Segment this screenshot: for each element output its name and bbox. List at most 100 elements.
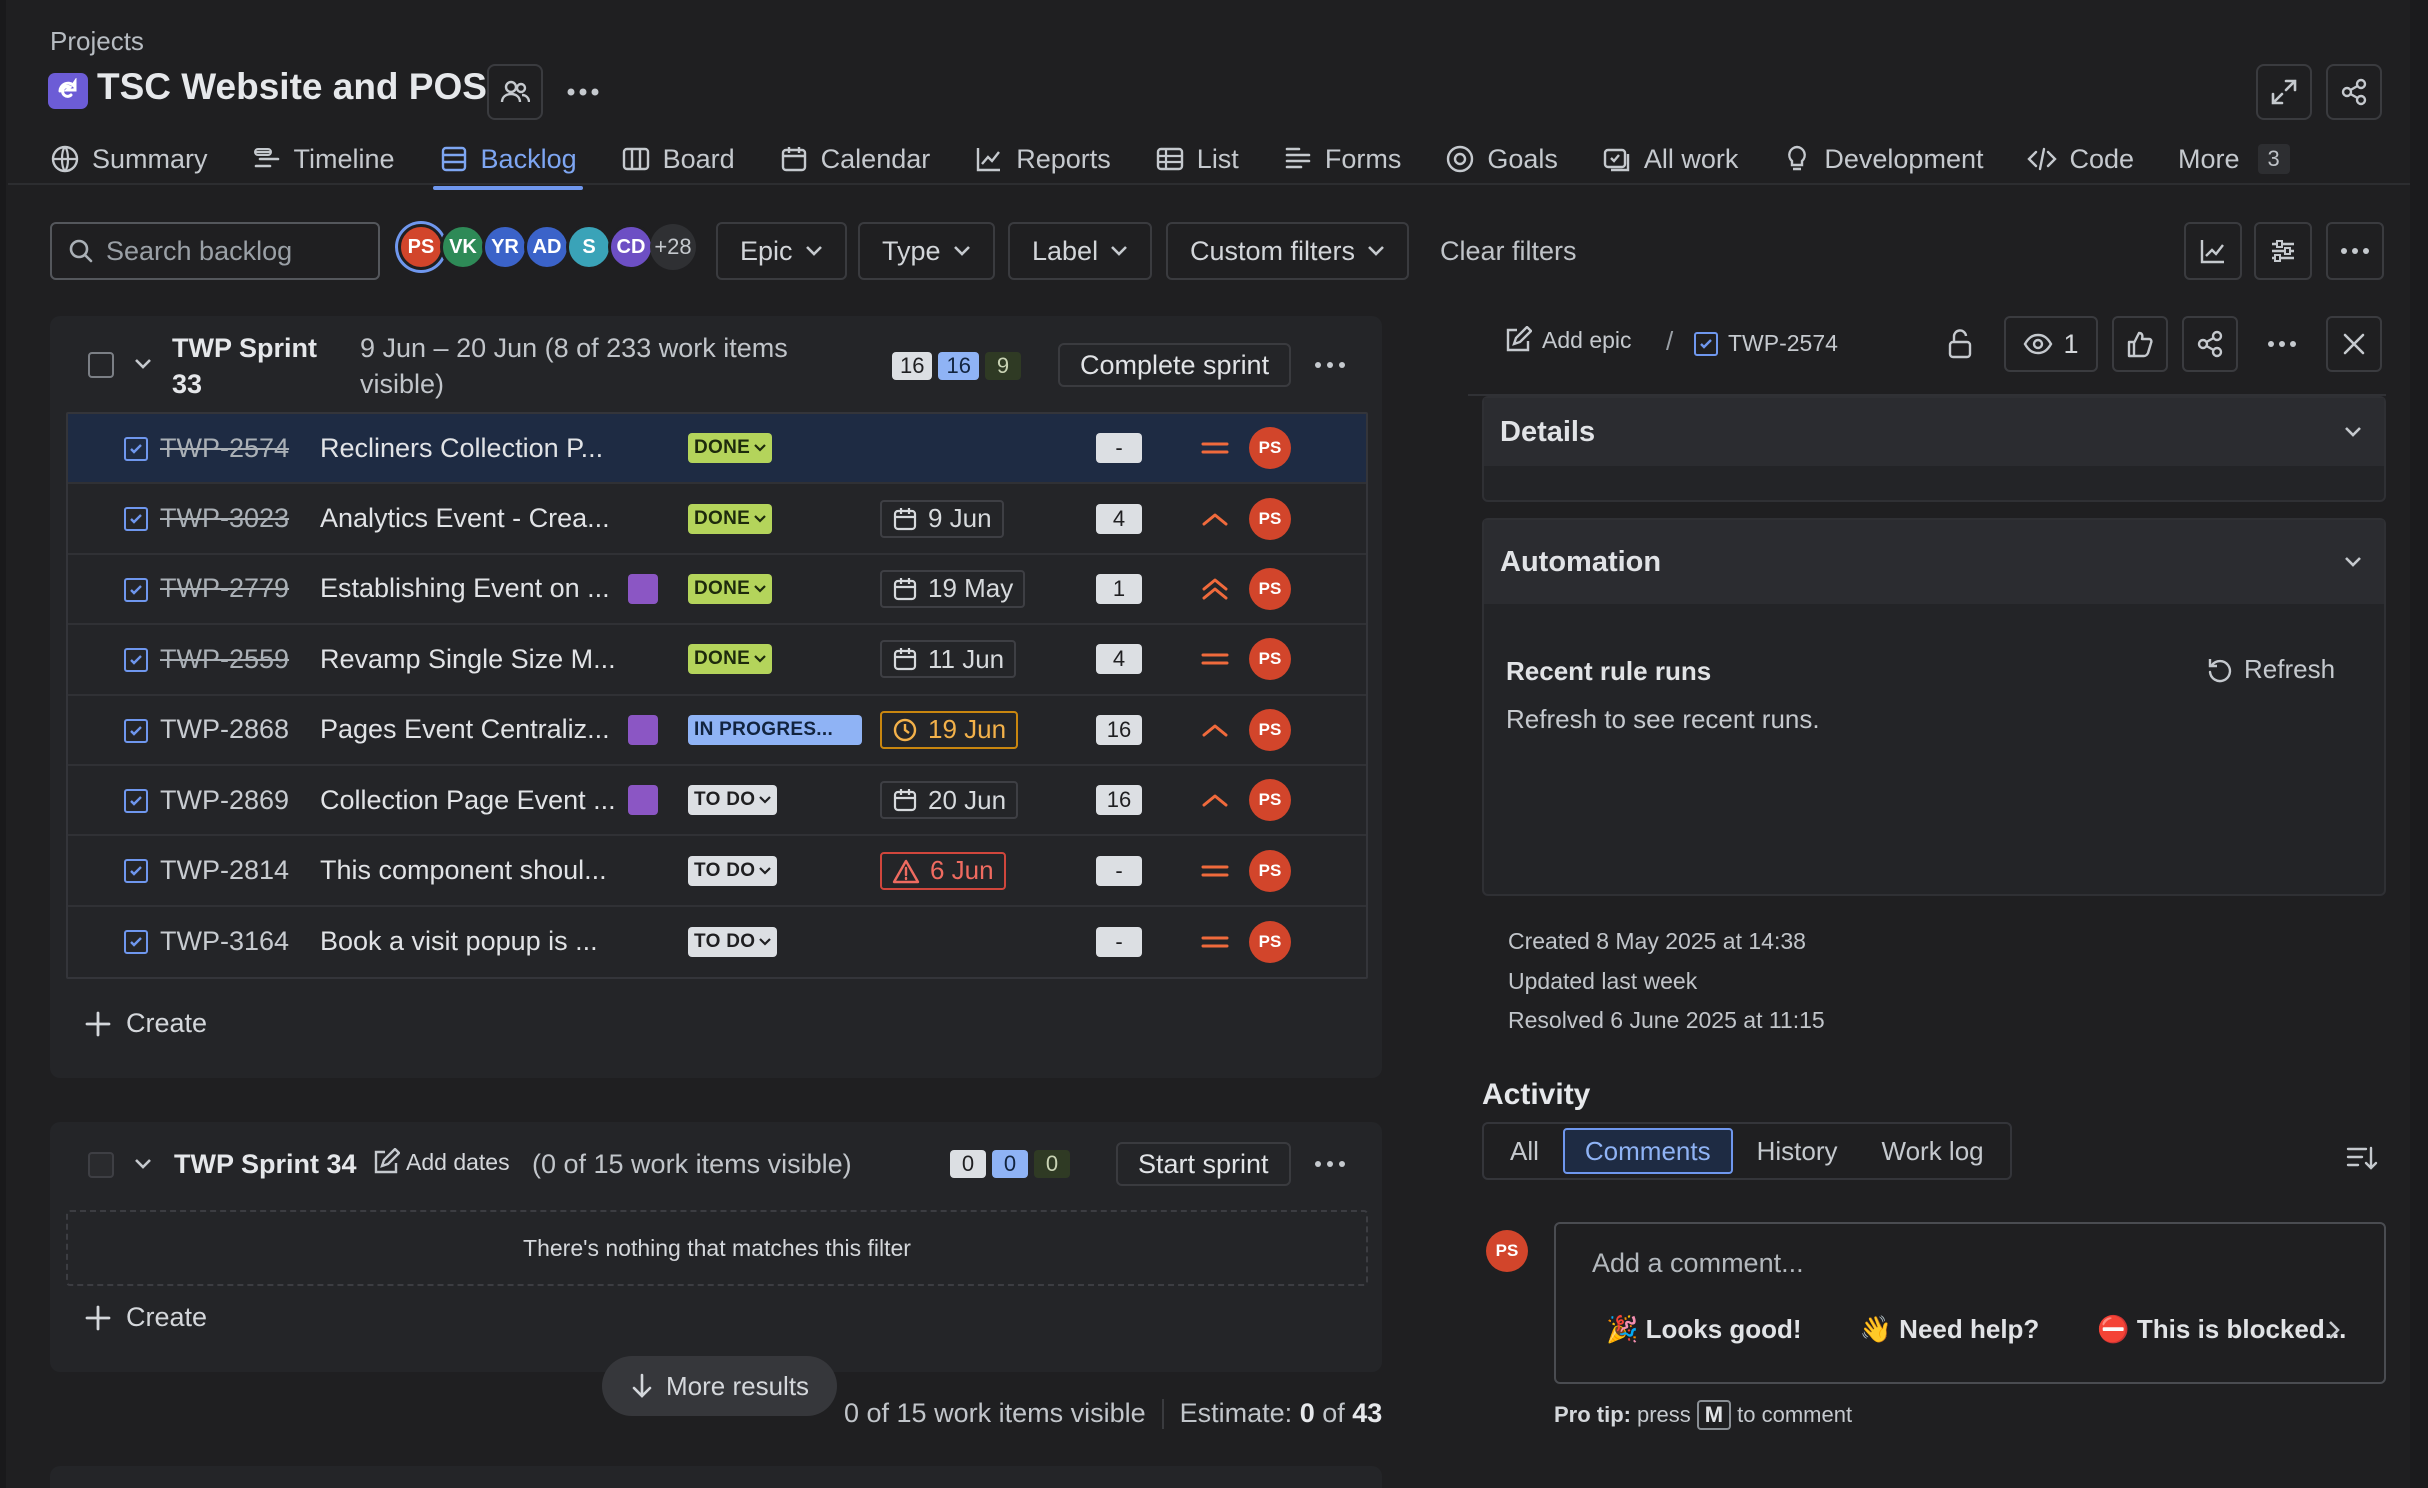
- search-input[interactable]: Search backlog: [50, 222, 380, 280]
- due-date[interactable]: 9 Jun: [880, 499, 1004, 538]
- assignee-avatar[interactable]: PS: [1249, 427, 1291, 470]
- vote-button[interactable]: [2112, 316, 2168, 372]
- epic-color-swatch[interactable]: [628, 785, 658, 816]
- priority-indicator[interactable]: [1200, 927, 1230, 957]
- more-dots-icon[interactable]: [1314, 361, 1346, 369]
- tab-reports[interactable]: Reports: [974, 132, 1131, 186]
- more-avatars-button[interactable]: +28: [650, 224, 696, 270]
- priority-indicator[interactable]: [1200, 715, 1230, 745]
- issue-summary[interactable]: Book a visit popup is ...: [320, 926, 598, 957]
- assignee-avatar[interactable]: PS: [1249, 567, 1291, 610]
- table-row[interactable]: TWP-2814 This component shoul... TO DO 6 Ju…: [68, 836, 1366, 907]
- issue-key[interactable]: TWP-2574: [160, 433, 289, 464]
- issue-summary[interactable]: Pages Event Centraliz...: [320, 714, 610, 745]
- story-points[interactable]: 4: [1096, 644, 1142, 675]
- story-points[interactable]: 16: [1096, 785, 1142, 816]
- epic-color-swatch[interactable]: [628, 714, 658, 745]
- add-epic-button[interactable]: Add epic: [1504, 326, 1632, 354]
- create-issue-button[interactable]: Create: [84, 1008, 207, 1039]
- epic-color-swatch[interactable]: [628, 573, 658, 604]
- tab-forms[interactable]: Forms: [1283, 132, 1422, 186]
- status-badge[interactable]: DONE: [688, 644, 773, 675]
- tab-calendar[interactable]: Calendar: [779, 132, 951, 186]
- assignee-avatar[interactable]: PS: [1249, 849, 1291, 892]
- status-badge[interactable]: TO DO: [688, 855, 778, 886]
- restrictions-button[interactable]: [1932, 316, 1988, 372]
- clear-filters-button[interactable]: Clear filters: [1440, 236, 1577, 267]
- activity-tab-comments[interactable]: Comments: [1562, 1128, 1733, 1174]
- table-row[interactable]: TWP-2779 Establishing Event on ... DONE 19 …: [68, 555, 1366, 626]
- tab-summary[interactable]: Summary: [50, 132, 228, 186]
- avatar[interactable]: CD: [608, 224, 654, 270]
- issue-summary[interactable]: Collection Page Event ...: [320, 785, 616, 816]
- issue-more-button[interactable]: [2254, 316, 2310, 372]
- table-row[interactable]: TWP-2869 Collection Page Event ... TO DO 20…: [68, 766, 1366, 837]
- status-badge[interactable]: TO DO: [688, 785, 778, 816]
- issue-summary[interactable]: Analytics Event - Crea...: [320, 503, 610, 534]
- team-button[interactable]: [487, 64, 543, 120]
- more-dots-icon[interactable]: [1314, 1160, 1346, 1168]
- priority-indicator[interactable]: [1200, 574, 1230, 604]
- assignee-avatar[interactable]: PS: [1249, 638, 1291, 681]
- story-points[interactable]: 4: [1096, 503, 1142, 534]
- epic-filter[interactable]: Epic: [716, 222, 847, 280]
- project-more-button[interactable]: [555, 64, 611, 120]
- avatar[interactable]: S: [566, 224, 612, 270]
- table-row[interactable]: TWP-2574 Recliners Collection P... DONE - PS: [68, 414, 1366, 485]
- story-points[interactable]: 1: [1096, 573, 1142, 604]
- avatar[interactable]: VK: [440, 224, 486, 270]
- issue-summary[interactable]: Establishing Event on ...: [320, 573, 610, 604]
- scrollbar[interactable]: [2410, 0, 2428, 1488]
- refresh-button[interactable]: Refresh: [2206, 654, 2335, 685]
- priority-indicator[interactable]: [1200, 644, 1230, 674]
- sprint-select-checkbox[interactable]: [88, 352, 114, 378]
- complete-sprint-button[interactable]: Complete sprint: [1058, 343, 1292, 387]
- avatar[interactable]: YR: [482, 224, 528, 270]
- due-date[interactable]: 6 Jun: [880, 851, 1006, 890]
- issue-key-link[interactable]: TWP-2574: [1694, 330, 1838, 357]
- backlog-more-button[interactable]: [2326, 222, 2384, 280]
- sort-activity-button[interactable]: [2346, 1144, 2378, 1172]
- table-row[interactable]: TWP-3023 Analytics Event - Crea... DONE 9 J…: [68, 484, 1366, 555]
- tab-more[interactable]: More 3: [2178, 132, 2310, 186]
- chevron-down-icon[interactable]: [134, 358, 152, 370]
- priority-indicator[interactable]: [1200, 785, 1230, 815]
- quick-reply-looks-good[interactable]: 🎉 Looks good!: [1606, 1314, 1802, 1345]
- status-badge[interactable]: TO DO: [688, 926, 778, 957]
- quick-reply-need-help[interactable]: 👋 Need help?: [1860, 1314, 2040, 1345]
- share-project-button[interactable]: [2326, 64, 2382, 120]
- issue-key[interactable]: TWP-2869: [160, 785, 289, 816]
- sprint-select-checkbox[interactable]: [88, 1152, 114, 1178]
- issue-key[interactable]: TWP-2868: [160, 714, 289, 745]
- issue-key[interactable]: TWP-3164: [160, 926, 289, 957]
- priority-indicator[interactable]: [1200, 433, 1230, 463]
- tab-development[interactable]: Development: [1782, 132, 2003, 186]
- due-date[interactable]: 11 Jun: [880, 640, 1017, 679]
- assignee-avatar[interactable]: PS: [1249, 779, 1291, 822]
- start-sprint-button[interactable]: Start sprint: [1116, 1142, 1291, 1186]
- more-results-button[interactable]: More results: [602, 1356, 838, 1416]
- issue-summary[interactable]: Recliners Collection P...: [320, 433, 603, 464]
- details-header[interactable]: Details: [1484, 398, 2384, 466]
- assignee-avatar[interactable]: PS: [1249, 708, 1291, 751]
- activity-tab-work-log[interactable]: Work log: [1862, 1128, 2004, 1174]
- assignee-avatar[interactable]: PS: [1249, 497, 1291, 540]
- status-badge[interactable]: DONE: [688, 503, 773, 534]
- insights-button[interactable]: [2184, 222, 2242, 280]
- automation-header[interactable]: Automation: [1484, 520, 2384, 604]
- status-badge[interactable]: DONE: [688, 573, 773, 604]
- fullscreen-button[interactable]: [2256, 64, 2312, 120]
- story-points[interactable]: -: [1096, 855, 1142, 886]
- share-issue-button[interactable]: [2182, 316, 2238, 372]
- status-badge[interactable]: DONE: [688, 433, 773, 464]
- priority-indicator[interactable]: [1200, 504, 1230, 534]
- table-row[interactable]: TWP-2559 Revamp Single Size M... DONE 11 Ju…: [68, 625, 1366, 696]
- avatar[interactable]: AD: [524, 224, 570, 270]
- assignee-avatar[interactable]: PS: [1249, 920, 1291, 963]
- status-badge[interactable]: IN PROGRES...: [688, 714, 862, 745]
- activity-tab-all[interactable]: All: [1490, 1128, 1559, 1174]
- create-issue-button[interactable]: Create: [84, 1302, 207, 1333]
- custom-filters[interactable]: Custom filters: [1166, 222, 1410, 280]
- tab-backlog[interactable]: Backlog: [432, 132, 597, 190]
- tab-board[interactable]: Board: [621, 132, 755, 186]
